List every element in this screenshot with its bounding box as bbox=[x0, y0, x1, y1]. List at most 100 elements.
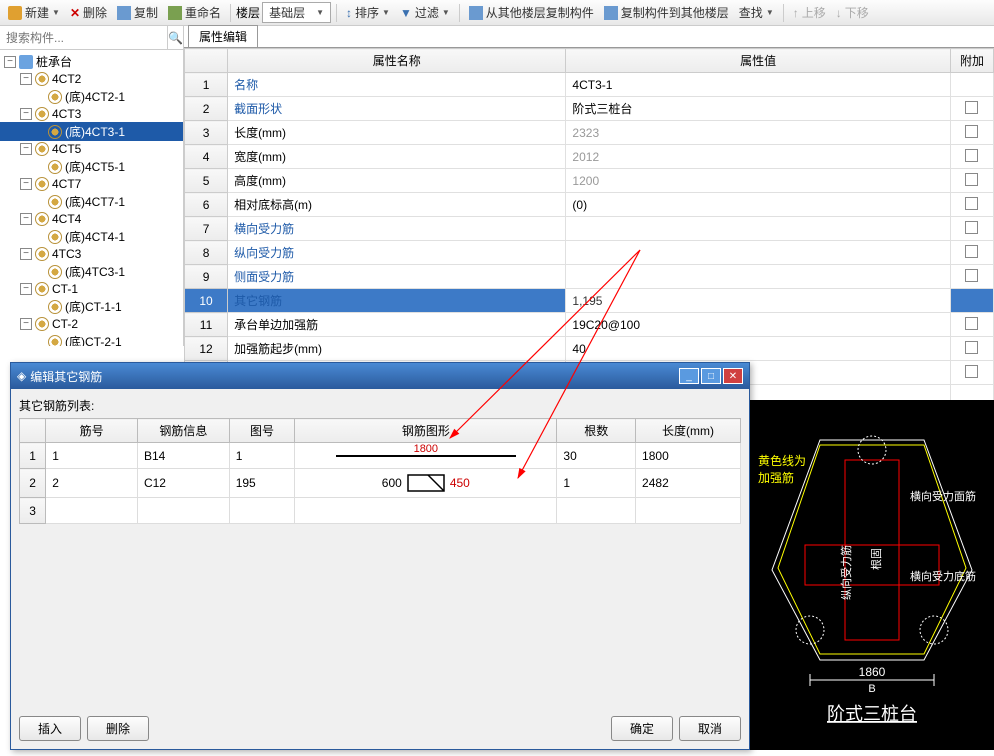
tree-leaf[interactable]: (底)CT-1-1 bbox=[0, 297, 183, 316]
new-button[interactable]: 新建▼ bbox=[4, 2, 64, 23]
checkbox[interactable] bbox=[965, 221, 978, 234]
move-down-button[interactable]: ↓下移 bbox=[832, 2, 873, 23]
component-tree[interactable]: −桩承台−4CT2(底)4CT2-1−4CT3(底)4CT3-1−4CT5(底)… bbox=[0, 50, 183, 346]
section-diagram: 1860 B 黄色线为 加强筋 横向受力面筋 横向受力底筋 纵向受力筋 根固 阶… bbox=[750, 400, 994, 750]
rebar-row[interactable]: 1 1 B14 1 1800 30 1800 bbox=[20, 443, 741, 469]
ok-button[interactable]: 确定 bbox=[611, 716, 673, 741]
rebar-table[interactable]: 筋号 钢筋信息 图号 钢筋图形 根数 长度(mm) 1 1 B14 1 1800… bbox=[19, 418, 741, 524]
property-row[interactable]: 10 其它钢筋 1,195 bbox=[185, 289, 994, 313]
checkbox[interactable] bbox=[965, 365, 978, 378]
tree-leaf[interactable]: (底)4CT2-1 bbox=[0, 87, 183, 106]
gear-icon bbox=[48, 125, 62, 139]
dialog-title: 编辑其它钢筋 bbox=[30, 368, 677, 385]
props-header-extra: 附加 bbox=[950, 49, 993, 73]
props-header-value: 属性值 bbox=[566, 49, 951, 73]
property-row[interactable]: 1 名称 4CT3-1 bbox=[185, 73, 994, 97]
svg-text:黄色线为: 黄色线为 bbox=[758, 454, 806, 468]
search-box bbox=[0, 26, 183, 50]
base-floor-dropdown[interactable]: 基础层▼ bbox=[262, 2, 331, 23]
tree-node[interactable]: −4TC3 bbox=[0, 246, 183, 262]
rebar-row[interactable]: 2 2 C12 195 600450 1 2482 bbox=[20, 469, 741, 498]
find-button[interactable]: 查找▼ bbox=[735, 2, 778, 23]
checkbox[interactable] bbox=[965, 341, 978, 354]
copy-to-floor-button[interactable]: 复制构件到其他楼层 bbox=[600, 2, 733, 23]
move-up-button[interactable]: ↑上移 bbox=[789, 2, 830, 23]
delete-button[interactable]: ✕删除 bbox=[66, 2, 111, 23]
gear-icon bbox=[35, 177, 49, 191]
property-row[interactable]: 4 宽度(mm) 2012 bbox=[185, 145, 994, 169]
checkbox[interactable] bbox=[965, 149, 978, 162]
search-icon bbox=[168, 31, 183, 45]
gear-icon bbox=[35, 282, 49, 296]
tree-node[interactable]: −4CT2 bbox=[0, 71, 183, 87]
property-row[interactable]: 11 承台单边加强筋 19C20@100 bbox=[185, 313, 994, 337]
tree-leaf[interactable]: (底)4CT3-1 bbox=[0, 122, 183, 141]
svg-text:横向受力面筋: 横向受力面筋 bbox=[910, 489, 976, 503]
tree-leaf[interactable]: (底)4TC3-1 bbox=[0, 262, 183, 281]
props-header-name: 属性名称 bbox=[228, 49, 566, 73]
edit-rebar-dialog: ◈ 编辑其它钢筋 _ □ ✕ 其它钢筋列表: 筋号 钢筋信息 图号 钢筋图形 根… bbox=[10, 362, 750, 750]
property-row[interactable]: 7 横向受力筋 bbox=[185, 217, 994, 241]
checkbox[interactable] bbox=[965, 197, 978, 210]
properties-table[interactable]: 属性名称 属性值 附加 1 名称 4CT3-1 2 截面形状 阶式三桩台 3 长… bbox=[184, 48, 994, 409]
property-row[interactable]: 5 高度(mm) 1200 bbox=[185, 169, 994, 193]
tree-node[interactable]: −CT-2 bbox=[0, 316, 183, 332]
tree-leaf[interactable]: (底)4CT7-1 bbox=[0, 192, 183, 211]
checkbox[interactable] bbox=[965, 317, 978, 330]
rebar-row[interactable]: 3 bbox=[20, 498, 741, 524]
search-button[interactable] bbox=[167, 26, 183, 49]
svg-text:根固: 根固 bbox=[869, 548, 883, 570]
property-row[interactable]: 6 相对底标高(m) (0) bbox=[185, 193, 994, 217]
dialog-icon: ◈ bbox=[17, 369, 26, 383]
checkbox[interactable] bbox=[965, 125, 978, 138]
checkbox[interactable] bbox=[965, 269, 978, 282]
tree-node[interactable]: −4CT4 bbox=[0, 211, 183, 227]
gear-icon bbox=[48, 300, 62, 314]
dialog-titlebar[interactable]: ◈ 编辑其它钢筋 _ □ ✕ bbox=[11, 363, 749, 389]
property-row[interactable]: 12 加强筋起步(mm) 40 bbox=[185, 337, 994, 361]
checkbox[interactable] bbox=[965, 101, 978, 114]
svg-text:纵向受力筋: 纵向受力筋 bbox=[839, 545, 853, 600]
tab-properties[interactable]: 属性编辑 bbox=[188, 25, 258, 47]
checkbox[interactable] bbox=[965, 173, 978, 186]
tree-node[interactable]: −CT-1 bbox=[0, 281, 183, 297]
tree-leaf[interactable]: (底)4CT5-1 bbox=[0, 157, 183, 176]
filter-button[interactable]: ▼过滤▼ bbox=[396, 2, 454, 23]
gear-icon bbox=[48, 195, 62, 209]
gear-icon bbox=[35, 142, 49, 156]
sort-button[interactable]: ↕排序▼ bbox=[342, 2, 394, 23]
floor-label: 楼层 bbox=[236, 4, 260, 21]
rename-button[interactable]: 重命名 bbox=[164, 2, 225, 23]
property-row[interactable]: 3 长度(mm) 2323 bbox=[185, 121, 994, 145]
tree-leaf[interactable]: (底)4CT4-1 bbox=[0, 227, 183, 246]
main-toolbar: 新建▼ ✕删除 复制 重命名 楼层 基础层▼ ↕排序▼ ▼过滤▼ 从其他楼层复制… bbox=[0, 0, 994, 26]
property-row[interactable]: 2 截面形状 阶式三桩台 bbox=[185, 97, 994, 121]
gear-icon bbox=[48, 265, 62, 279]
tree-leaf[interactable]: (底)CT-2-1 bbox=[0, 332, 183, 346]
cancel-button[interactable]: 取消 bbox=[679, 716, 741, 741]
maximize-button[interactable]: □ bbox=[701, 368, 721, 384]
copy-from-floor-button[interactable]: 从其他楼层复制构件 bbox=[465, 2, 598, 23]
svg-text:阶式三桩台: 阶式三桩台 bbox=[827, 704, 917, 724]
insert-button[interactable]: 插入 bbox=[19, 716, 81, 741]
minimize-button[interactable]: _ bbox=[679, 368, 699, 384]
svg-text:B: B bbox=[868, 683, 875, 695]
tree-root[interactable]: −桩承台 bbox=[0, 52, 183, 71]
rebar-list-label: 其它钢筋列表: bbox=[19, 397, 741, 414]
svg-text:1860: 1860 bbox=[859, 665, 886, 679]
tree-node[interactable]: −4CT5 bbox=[0, 141, 183, 157]
properties-panel: 属性编辑 属性名称 属性值 附加 1 名称 4CT3-1 2 截面形状 阶式三桩… bbox=[184, 26, 994, 346]
tree-node[interactable]: −4CT7 bbox=[0, 176, 183, 192]
property-row[interactable]: 8 纵向受力筋 bbox=[185, 241, 994, 265]
delete-rebar-button[interactable]: 删除 bbox=[87, 716, 149, 741]
sidebar: −桩承台−4CT2(底)4CT2-1−4CT3(底)4CT3-1−4CT5(底)… bbox=[0, 26, 184, 346]
svg-text:加强筋: 加强筋 bbox=[758, 470, 794, 485]
search-input[interactable] bbox=[0, 26, 167, 49]
checkbox[interactable] bbox=[965, 245, 978, 258]
copy-button[interactable]: 复制 bbox=[113, 2, 162, 23]
tree-node[interactable]: −4CT3 bbox=[0, 106, 183, 122]
close-button[interactable]: ✕ bbox=[723, 368, 743, 384]
property-row[interactable]: 9 侧面受力筋 bbox=[185, 265, 994, 289]
gear-icon bbox=[48, 90, 62, 104]
gear-icon bbox=[35, 212, 49, 226]
